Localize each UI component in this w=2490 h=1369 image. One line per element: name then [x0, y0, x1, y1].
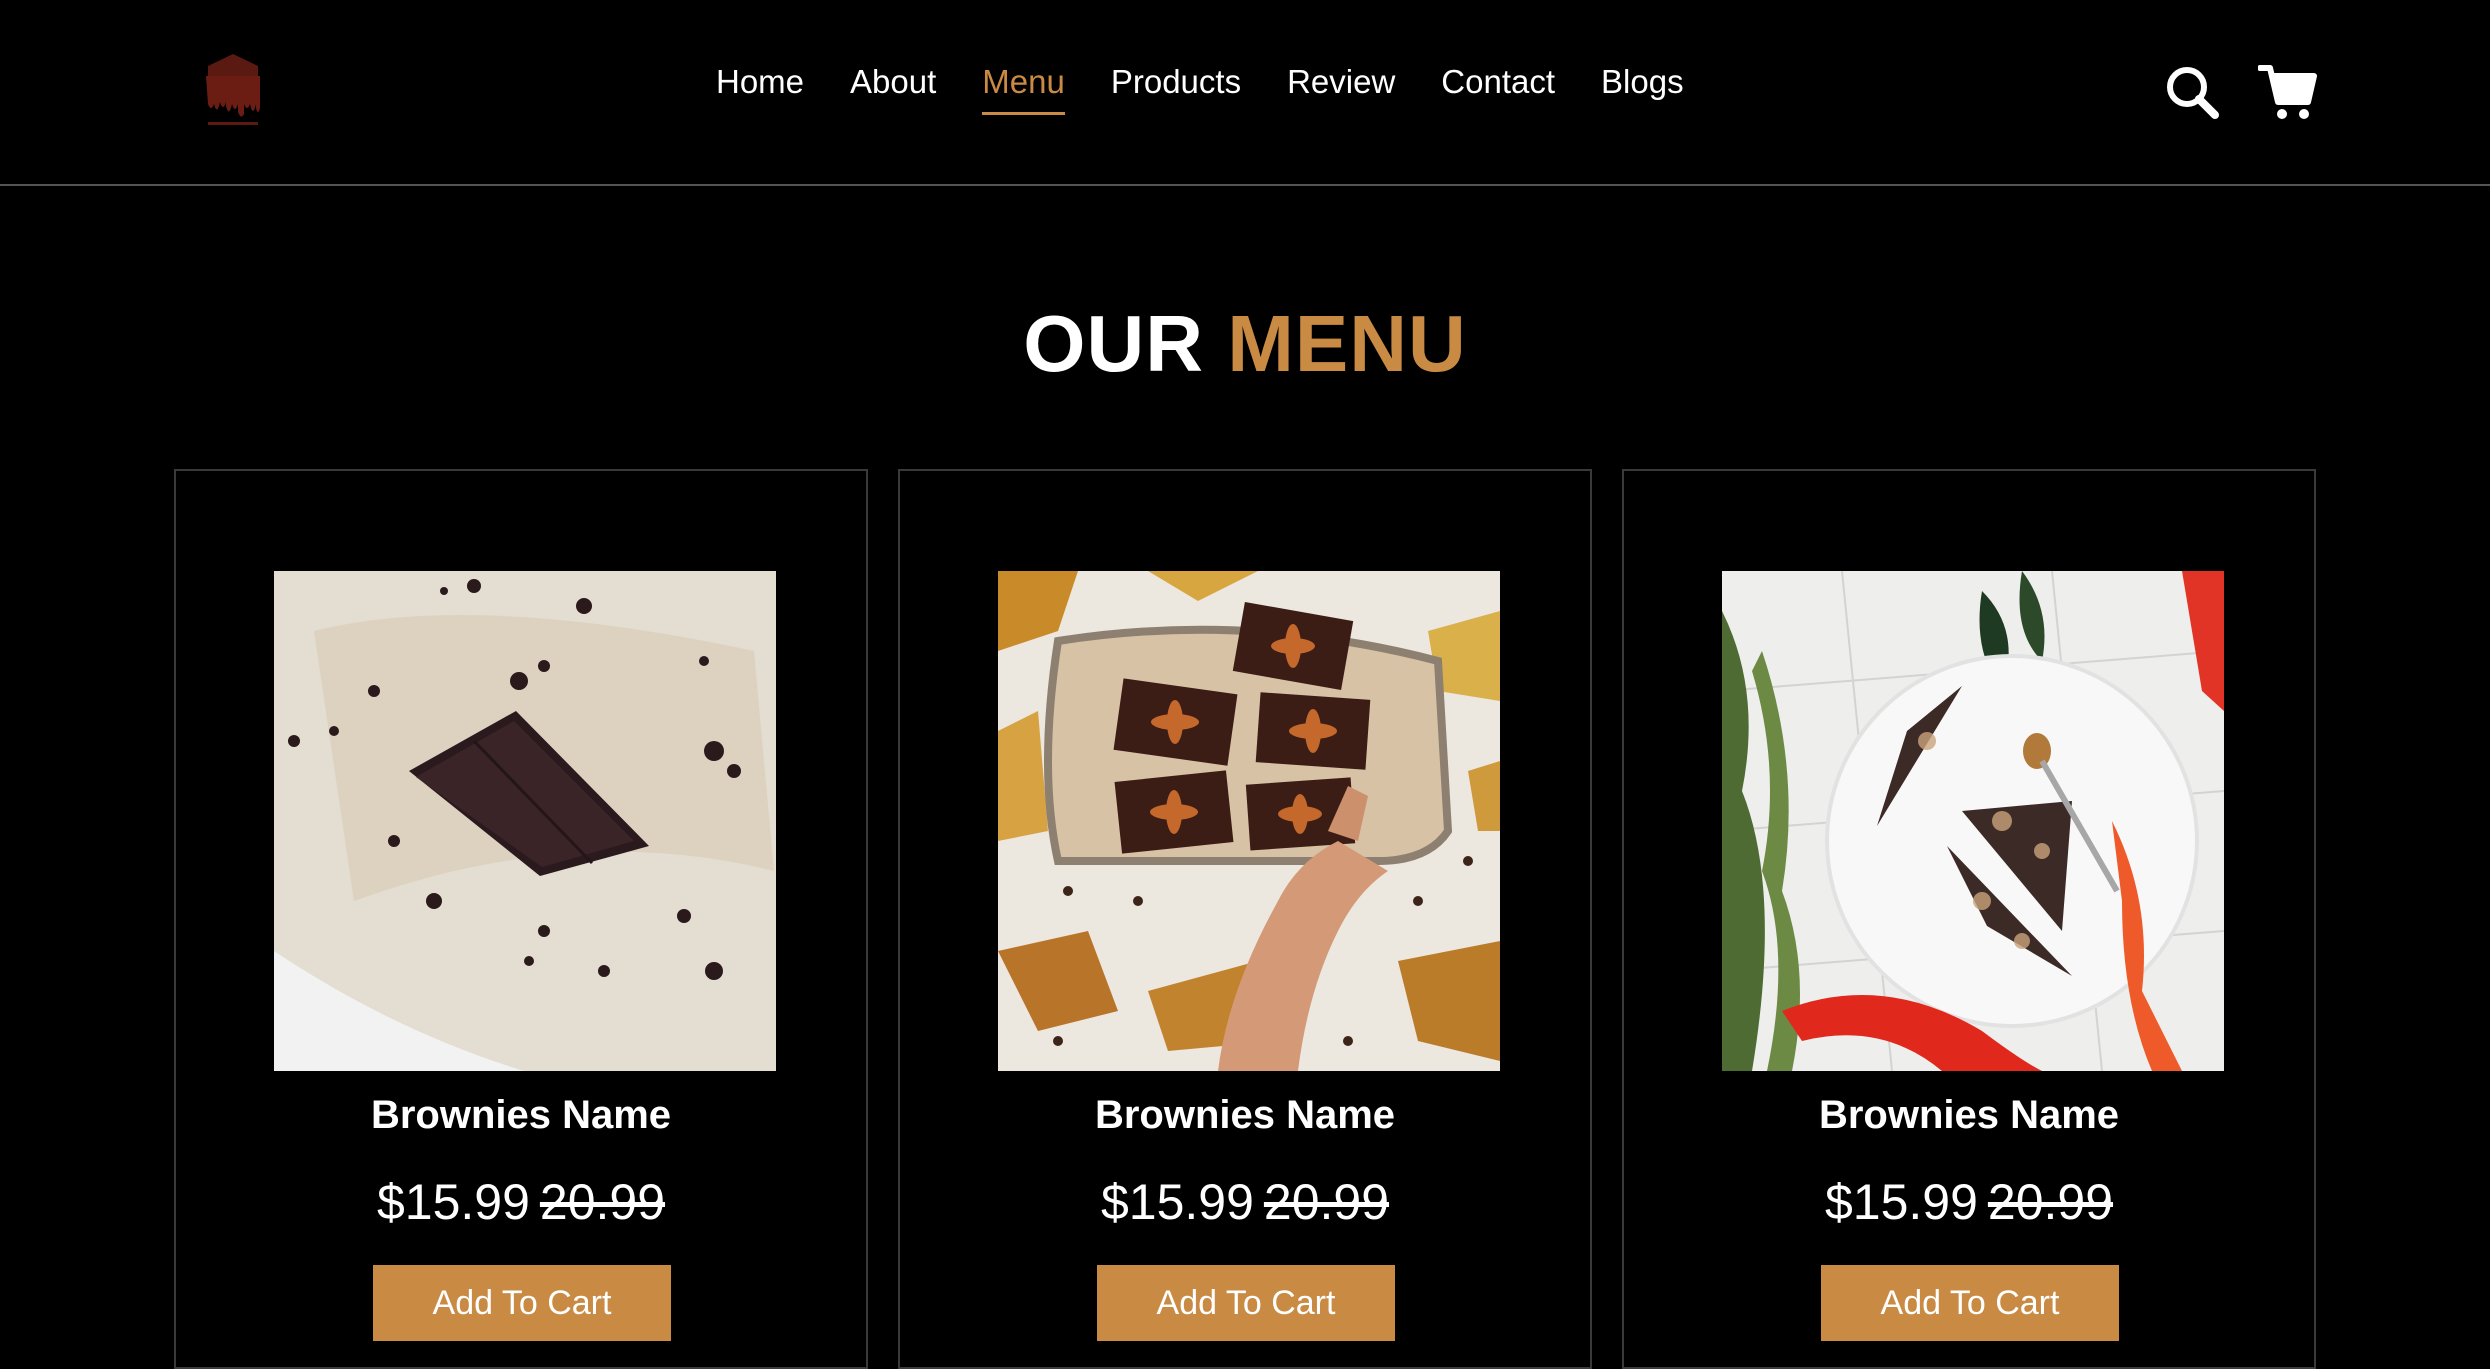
- product-price: $15.99 20.99: [1624, 1173, 2314, 1231]
- search-icon[interactable]: [2162, 62, 2222, 122]
- brownie-image: [998, 571, 1500, 1071]
- cart-icon[interactable]: [2258, 62, 2318, 122]
- old-price: 20.99: [1263, 1174, 1390, 1230]
- add-to-cart-button[interactable]: Add To Cart: [373, 1265, 671, 1341]
- current-price: $15.99: [376, 1174, 530, 1230]
- product-price: $15.99 20.99: [176, 1173, 866, 1231]
- brownie-image: [274, 571, 776, 1071]
- old-price: 20.99: [1987, 1174, 2114, 1230]
- nav-about[interactable]: About: [850, 62, 936, 112]
- product-card: Brownies Name $15.99 20.99 Add To Cart: [1622, 469, 2316, 1369]
- current-price: $15.99: [1100, 1174, 1254, 1230]
- nav-contact[interactable]: Contact: [1441, 62, 1555, 112]
- product-name: Brownies Name: [1094, 1093, 1396, 1137]
- brownie-logo-icon[interactable]: [198, 46, 268, 134]
- nav-home[interactable]: Home: [716, 62, 804, 112]
- product-card: Brownies Name $15.99 20.99 Add To Cart: [174, 469, 868, 1369]
- add-to-cart-button[interactable]: Add To Cart: [1821, 1265, 2119, 1341]
- nav-menu[interactable]: Menu: [982, 62, 1065, 115]
- section-title-main: OUR: [1023, 299, 1204, 388]
- add-to-cart-button[interactable]: Add To Cart: [1097, 1265, 1395, 1341]
- product-price: $15.99 20.99: [900, 1173, 1590, 1231]
- site-header: Home About Menu Products Review Contact …: [0, 0, 2490, 186]
- current-price: $15.99: [1824, 1174, 1978, 1230]
- nav-blogs[interactable]: Blogs: [1601, 62, 1684, 112]
- brownie-image: [1722, 571, 2224, 1071]
- nav-review[interactable]: Review: [1287, 62, 1395, 112]
- section-title-accent: MENU: [1227, 299, 1467, 388]
- section-title: OUR MENU: [0, 300, 2490, 388]
- product-name: Brownies Name: [1818, 1093, 2120, 1137]
- nav-products[interactable]: Products: [1111, 62, 1241, 112]
- old-price: 20.99: [539, 1174, 666, 1230]
- product-name: Brownies Name: [370, 1093, 672, 1137]
- product-card: Brownies Name $15.99 20.99 Add To Cart: [898, 469, 1592, 1369]
- main-nav: Home About Menu Products Review Contact …: [716, 62, 1684, 132]
